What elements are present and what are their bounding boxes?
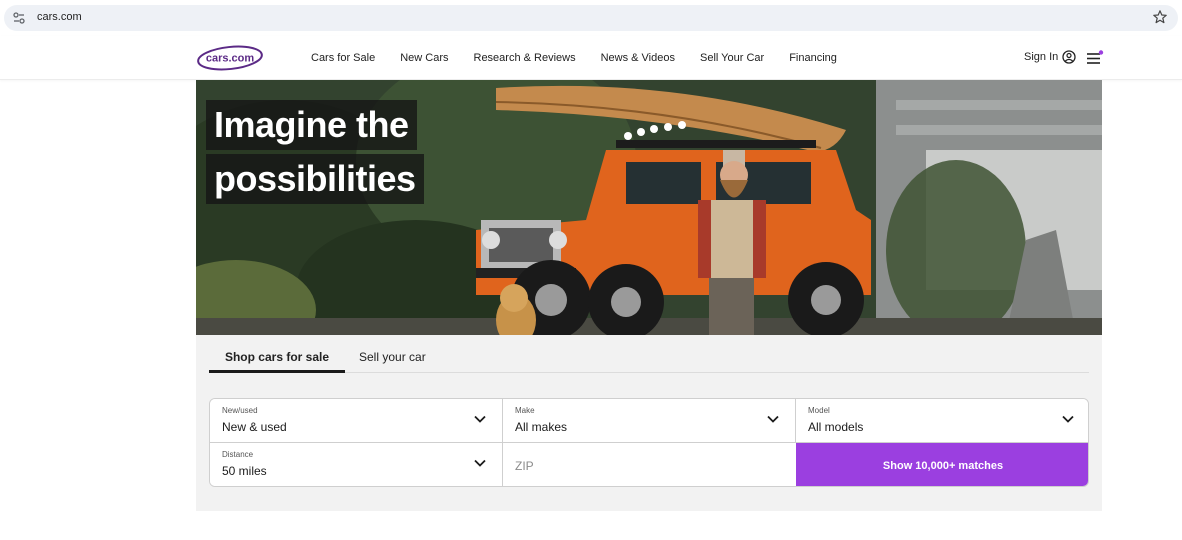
url-text[interactable]: cars.com: [37, 11, 82, 23]
nav-cars-for-sale[interactable]: Cars for Sale: [311, 52, 375, 64]
hero-headline-line-2: possibilities: [206, 154, 424, 204]
distance-label: Distance: [222, 450, 254, 459]
hero-headline-line-1: Imagine the: [206, 100, 417, 150]
new-used-label: New/used: [222, 406, 258, 415]
show-matches-button[interactable]: Show 10,000+ matches: [796, 443, 1088, 486]
make-select[interactable]: Make All makes: [503, 399, 796, 443]
nav-news-videos[interactable]: News & Videos: [601, 52, 675, 64]
hero-headline: Imagine the possibilities: [206, 100, 424, 204]
chevron-down-icon: [767, 415, 779, 423]
search-panel: Shop cars for sale Sell your car New/use…: [196, 335, 1102, 511]
search-form: New/used New & used Make All makes Model…: [209, 398, 1089, 487]
chevron-down-icon: [474, 459, 486, 467]
star-icon[interactable]: [1152, 9, 1168, 25]
chevron-down-icon: [474, 415, 486, 423]
sign-in-link[interactable]: Sign In: [1024, 50, 1076, 64]
sign-in-label: Sign In: [1024, 51, 1059, 63]
user-circle-icon: [1062, 50, 1076, 64]
cars-com-logo[interactable]: cars.com: [196, 44, 264, 72]
site-header: cars.com Cars for Sale New Cars Research…: [0, 36, 1182, 80]
tab-sell-your-car[interactable]: Sell your car: [359, 350, 426, 373]
model-value: All models: [808, 420, 864, 434]
main-nav: Cars for Sale New Cars Research & Review…: [311, 36, 862, 80]
hero-banner: Imagine the possibilities: [196, 80, 1102, 335]
model-label: Model: [808, 406, 830, 415]
address-bar[interactable]: cars.com: [4, 5, 1178, 31]
logo-text: cars.com: [206, 53, 255, 65]
hamburger-menu-icon[interactable]: [1086, 50, 1104, 66]
model-select[interactable]: Model All models: [796, 399, 1088, 443]
distance-select[interactable]: Distance 50 miles: [210, 443, 503, 486]
make-value: All makes: [515, 420, 568, 434]
nav-sell-your-car[interactable]: Sell Your Car: [700, 52, 764, 64]
new-used-value: New & used: [222, 420, 287, 434]
zip-input[interactable]: [503, 443, 796, 486]
nav-financing[interactable]: Financing: [789, 52, 837, 64]
nav-research-reviews[interactable]: Research & Reviews: [474, 52, 576, 64]
search-tabs: Shop cars for sale Sell your car: [209, 345, 1089, 373]
nav-new-cars[interactable]: New Cars: [400, 52, 448, 64]
zip-field-wrapper: [503, 443, 796, 486]
chevron-down-icon: [1062, 415, 1074, 423]
new-used-select[interactable]: New/used New & used: [210, 399, 503, 443]
tune-icon[interactable]: [12, 11, 26, 25]
browser-toolbar: cars.com: [0, 0, 1182, 36]
make-label: Make: [515, 406, 535, 415]
tab-shop-cars-for-sale[interactable]: Shop cars for sale: [209, 350, 345, 373]
distance-value: 50 miles: [222, 464, 267, 478]
